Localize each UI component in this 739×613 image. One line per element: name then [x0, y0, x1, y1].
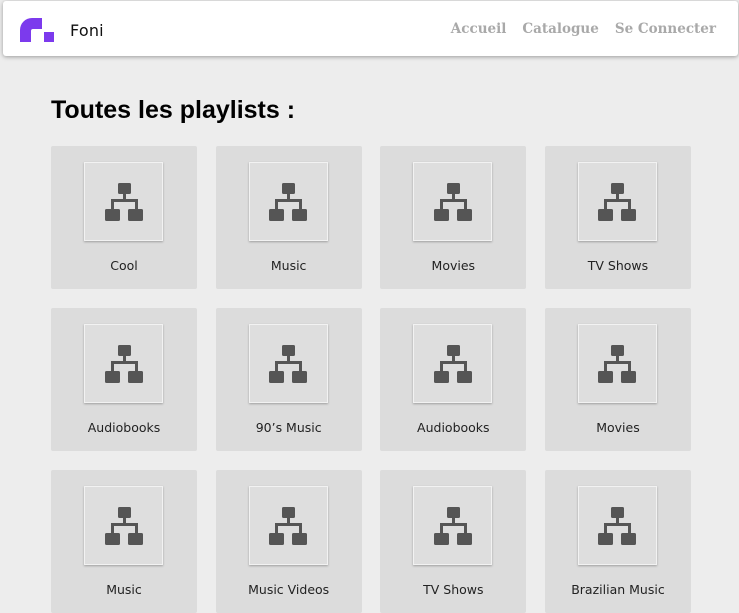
playlist-thumbnail: [413, 486, 493, 565]
playlist-name: Brazilian Music: [571, 582, 665, 597]
playlist-thumbnail: [84, 324, 163, 403]
playlist-card[interactable]: Music: [51, 470, 197, 613]
playlist-thumbnail: [84, 162, 163, 241]
nav-links: Accueil Catalogue Se Connecter: [451, 21, 716, 37]
playlist-card[interactable]: Audiobooks: [51, 308, 197, 451]
sitemap-icon: [433, 344, 472, 383]
playlist-thumbnail: [577, 324, 657, 403]
sitemap-icon: [269, 506, 308, 545]
sitemap-icon: [269, 182, 308, 221]
playlist-name: Movies: [596, 420, 640, 435]
playlist-card[interactable]: Movies: [544, 308, 691, 451]
nav-link-se-connecter[interactable]: Se Connecter: [615, 21, 716, 37]
playlist-name: Music: [270, 258, 307, 273]
playlist-card[interactable]: TV Shows: [544, 146, 691, 289]
playlist-name: Music: [106, 582, 142, 597]
sitemap-icon: [433, 182, 472, 221]
navbar: Foni Accueil Catalogue Se Connecter: [3, 1, 738, 56]
playlist-name: Audiobooks: [417, 420, 490, 435]
playlist-card[interactable]: TV Shows: [380, 470, 527, 613]
playlist-card[interactable]: Brazilian Music: [544, 470, 691, 613]
playlist-thumbnail: [248, 324, 328, 403]
sitemap-icon: [104, 506, 143, 545]
playlist-thumbnail: [413, 162, 493, 241]
nav-link-accueil[interactable]: Accueil: [451, 21, 507, 37]
logo-icon: [20, 18, 54, 42]
sitemap-icon: [269, 344, 308, 383]
playlist-name: TV Shows: [423, 582, 484, 597]
playlist-thumbnail: [84, 486, 163, 565]
playlist-thumbnail: [577, 486, 657, 565]
brand-link[interactable]: Foni: [20, 18, 104, 42]
nav-link-catalogue[interactable]: Catalogue: [522, 21, 598, 37]
playlist-card[interactable]: Cool: [51, 146, 197, 289]
brand-name: Foni: [70, 20, 104, 40]
playlist-grid: Cool Music Movies TV Shows Audiobooks 90…: [51, 146, 691, 613]
playlist-name: Music Videos: [248, 582, 330, 597]
playlist-thumbnail: [248, 162, 328, 241]
page-title: Toutes les playlists :: [51, 96, 296, 124]
sitemap-icon: [598, 182, 637, 221]
playlist-name: Cool: [110, 258, 138, 273]
playlist-card[interactable]: Audiobooks: [380, 308, 527, 451]
playlist-thumbnail: [577, 162, 657, 241]
playlist-card[interactable]: Movies: [380, 146, 527, 289]
playlist-card[interactable]: Music Videos: [215, 470, 362, 613]
playlist-card[interactable]: 90’s Music: [215, 308, 362, 451]
sitemap-icon: [598, 506, 637, 545]
playlist-thumbnail: [248, 486, 328, 565]
sitemap-icon: [598, 344, 637, 383]
playlist-name: TV Shows: [587, 258, 649, 273]
playlist-name: 90’s Music: [255, 420, 322, 435]
playlist-name: Audiobooks: [87, 420, 161, 435]
playlist-name: Movies: [431, 258, 476, 273]
playlist-thumbnail: [413, 324, 493, 403]
sitemap-icon: [433, 506, 472, 545]
playlist-card[interactable]: Music: [215, 146, 362, 289]
sitemap-icon: [104, 344, 143, 383]
sitemap-icon: [104, 182, 143, 221]
